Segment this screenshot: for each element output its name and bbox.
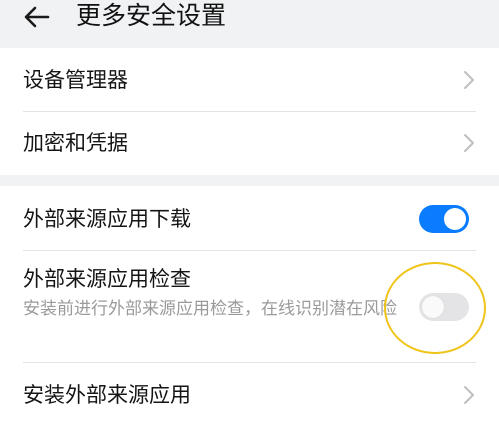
settings-item-label: 外部来源应用检查: [23, 267, 191, 291]
settings-item-device-manager[interactable]: 设备管理器: [0, 48, 499, 111]
toggle-knob: [422, 296, 444, 318]
settings-item-install-external[interactable]: 安装外部来源应用: [0, 363, 499, 435]
settings-item-external-check: 外部来源应用检查 安装前进行外部来源应用检查，在线识别潜在风险: [0, 251, 499, 362]
external-download-toggle[interactable]: [419, 205, 469, 233]
settings-item-label: 外部来源应用下载: [23, 207, 191, 231]
app-header: 更多安全设置: [0, 0, 499, 46]
settings-card-external-sources: 外部来源应用下载 外部来源应用检查 安装前进行外部来源应用检查，在线识别潜在风险…: [0, 186, 499, 435]
back-arrow-icon[interactable]: [22, 2, 52, 32]
settings-item-label: 加密和凭据: [23, 131, 128, 155]
settings-item-encryption-credentials[interactable]: 加密和凭据: [0, 112, 499, 175]
settings-item-external-download: 外部来源应用下载: [0, 186, 499, 250]
external-check-toggle[interactable]: [419, 293, 469, 321]
settings-card-devices: 设备管理器 加密和凭据: [0, 48, 499, 175]
settings-item-label: 设备管理器: [23, 68, 128, 92]
settings-item-label: 安装外部来源应用: [23, 383, 191, 407]
chevron-right-icon: [464, 134, 474, 152]
chevron-right-icon: [464, 71, 474, 89]
page-title: 更多安全设置: [76, 1, 227, 30]
toggle-knob: [444, 208, 466, 230]
chevron-right-icon: [464, 386, 474, 404]
settings-item-description: 安装前进行外部来源应用检查，在线识别潜在风险: [23, 299, 397, 319]
